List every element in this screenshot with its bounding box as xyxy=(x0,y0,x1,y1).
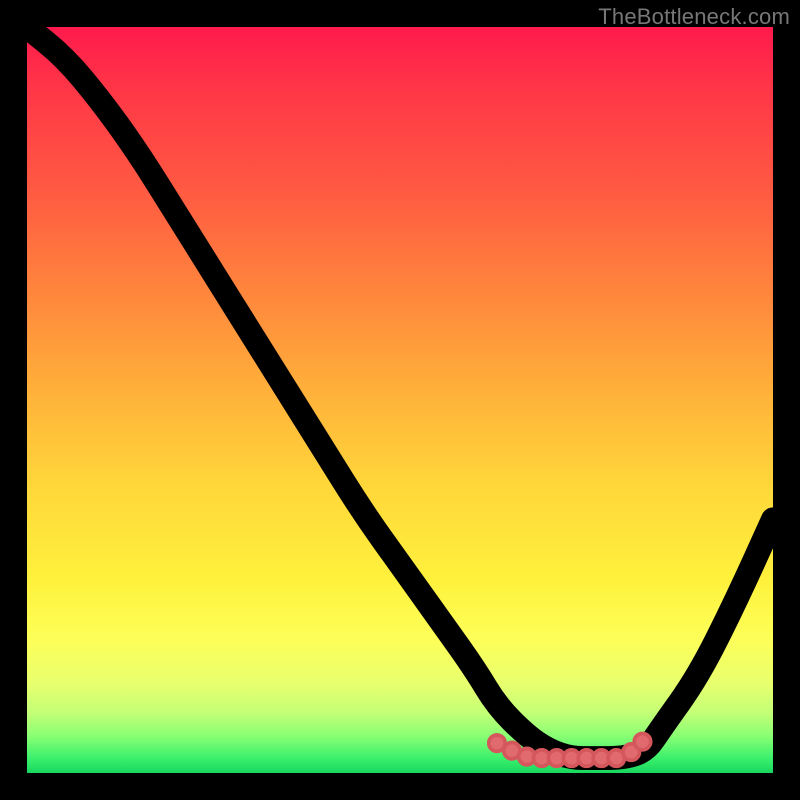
bottleneck-curve xyxy=(27,27,773,758)
plot-area xyxy=(27,27,773,773)
optimal-dot xyxy=(634,733,650,749)
curve-svg xyxy=(27,27,773,773)
chart-frame: TheBottleneck.com xyxy=(0,0,800,800)
